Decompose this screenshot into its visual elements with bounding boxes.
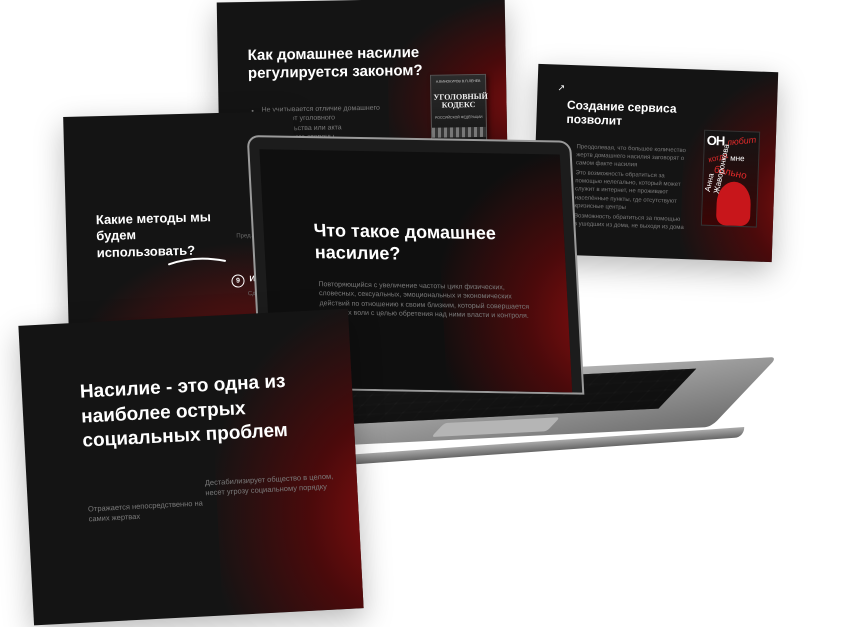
slide-title: Насилие - это одна из наиболее острых со… xyxy=(79,370,289,453)
red-glow xyxy=(434,152,573,393)
book-title: УГОЛОВНЫЙ КОДЕКС xyxy=(433,91,488,111)
underline-swash-icon xyxy=(168,257,226,266)
red-glow xyxy=(206,308,364,616)
slide-body: Повторяющийся с увеличение частоты цикл … xyxy=(318,281,530,321)
book-subtitle: РОССИЙСКОЙ ФЕДЕРАЦИИ xyxy=(434,114,483,120)
book-authors: А.ВИНОКУРОВ В.П.ЛЕНЕВ xyxy=(435,78,481,84)
scribble-arrow-icon: ↗ xyxy=(557,82,566,93)
slide-note-left: Отражается непосредственно на самих жерт… xyxy=(87,498,204,524)
slide-title: Создание сервиса позволит xyxy=(566,97,677,129)
laptop-trackpad xyxy=(431,417,561,438)
slide-title: Что такое домашнее насилие? xyxy=(313,220,497,264)
slide-violence-problem: Насилие - это одна из наиболее острых со… xyxy=(18,308,364,626)
slide-title: Как домашнее насилие регулируется законо… xyxy=(247,43,423,82)
